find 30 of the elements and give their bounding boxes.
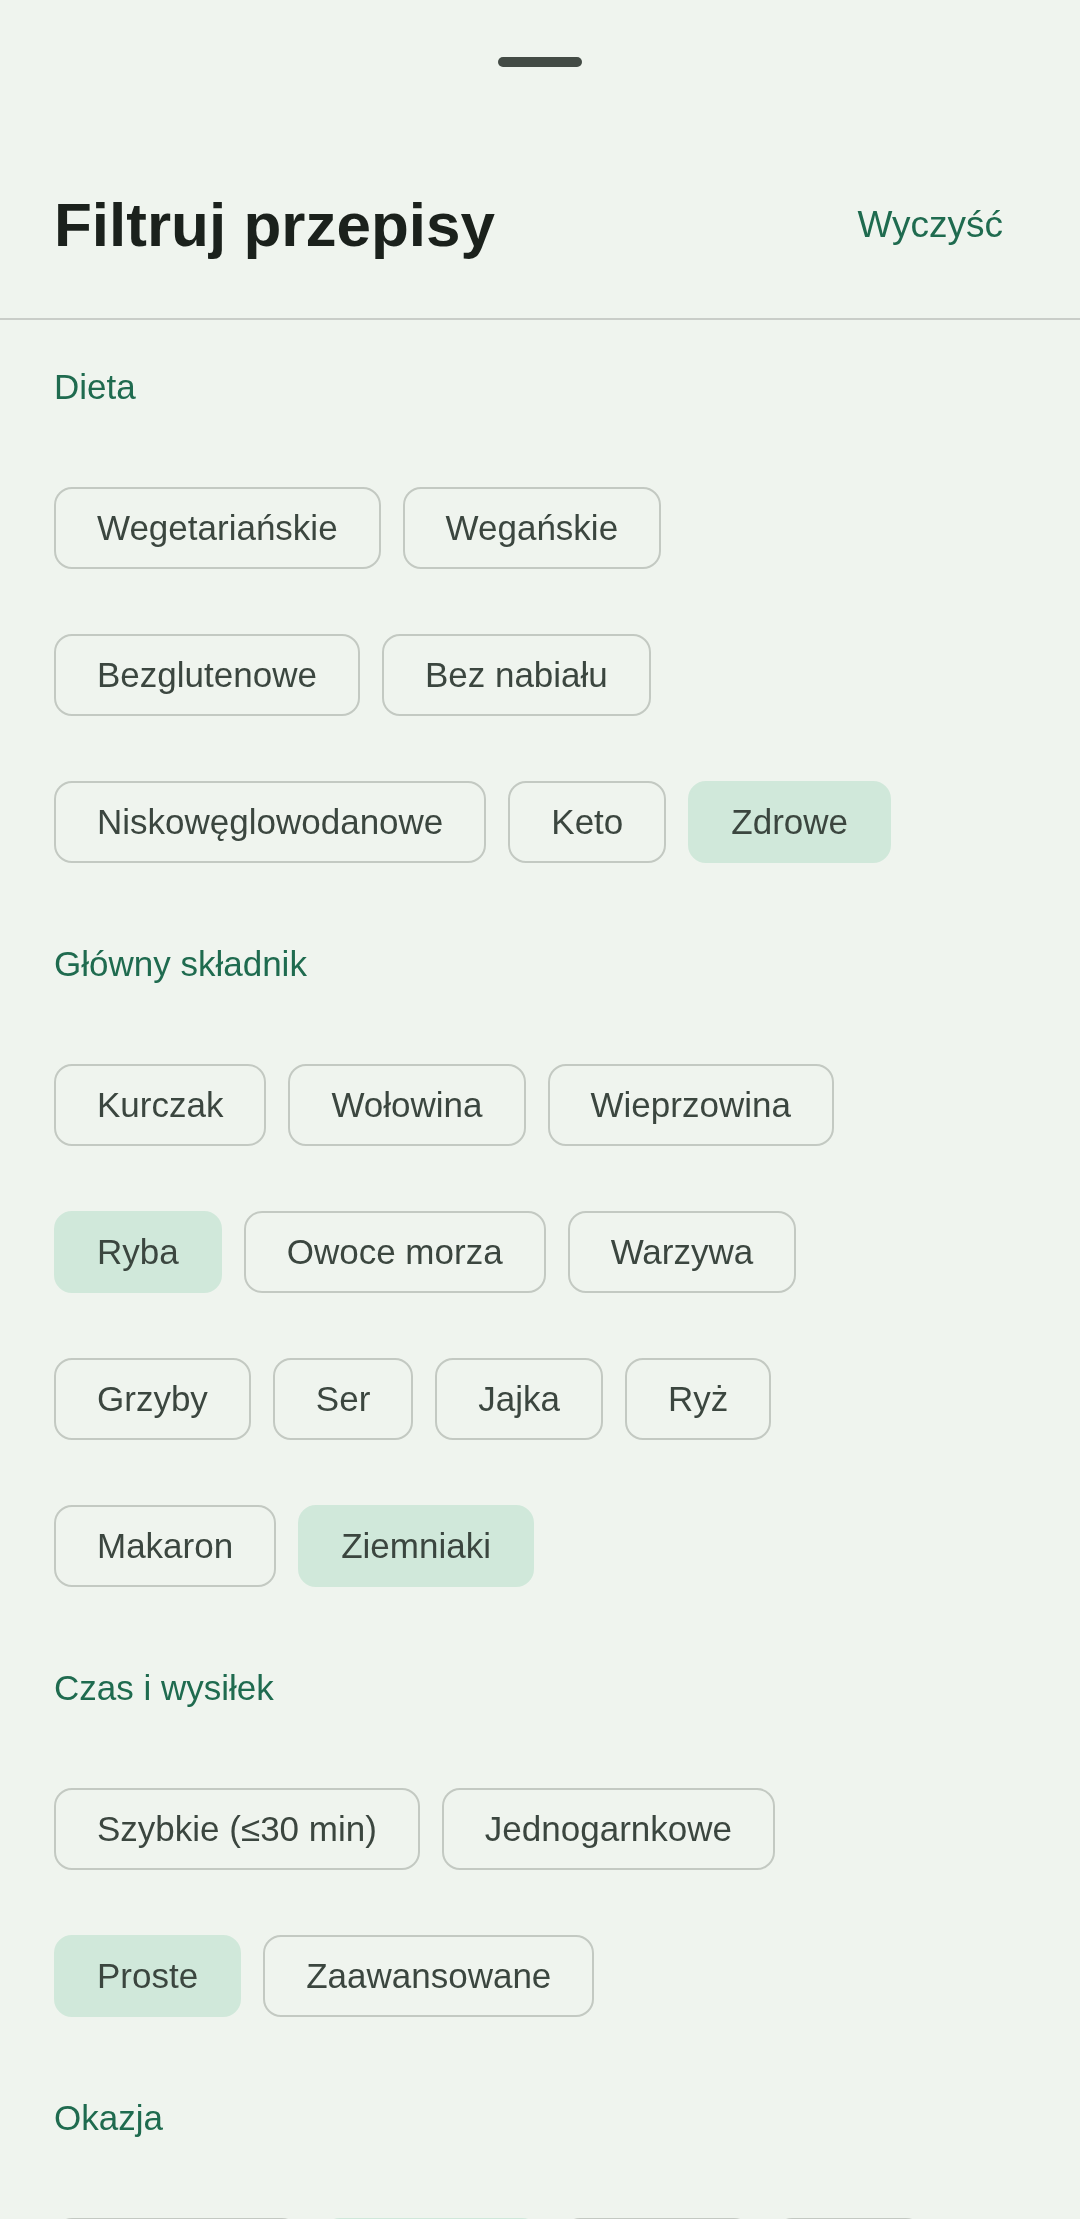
- filter-chip[interactable]: Wegetariańskie: [54, 487, 381, 569]
- filter-chip[interactable]: Bezglutenowe: [54, 634, 360, 716]
- clear-button[interactable]: Wyczyść: [857, 204, 1003, 246]
- filter-chip[interactable]: Niskowęglowodanowe: [54, 781, 487, 863]
- filter-chip[interactable]: Owoce morza: [243, 1211, 546, 1293]
- filter-chip[interactable]: Proste: [54, 1935, 242, 2017]
- filter-chip[interactable]: Wegańskie: [402, 487, 662, 569]
- filter-chip[interactable]: Grzyby: [54, 1358, 251, 1440]
- section-heading: Okazja: [54, 2097, 164, 2139]
- filter-chip[interactable]: Warzywa: [567, 1211, 797, 1293]
- filter-chip[interactable]: Ziemniaki: [298, 1505, 534, 1587]
- filter-chip[interactable]: Wieprzowina: [547, 1064, 834, 1146]
- filter-chip[interactable]: Ser: [272, 1358, 414, 1440]
- filter-chip[interactable]: Ryba: [54, 1211, 222, 1293]
- section-heading: Główny składnik: [54, 943, 308, 985]
- filter-chip[interactable]: Makaron: [54, 1505, 277, 1587]
- drag-handle[interactable]: [498, 57, 582, 67]
- filter-chip[interactable]: Szybkie (≤30 min): [54, 1788, 420, 1870]
- filter-chip[interactable]: Jajka: [435, 1358, 604, 1440]
- filter-chip[interactable]: Zaawansowane: [263, 1935, 595, 2017]
- filter-chip[interactable]: Keto: [508, 781, 667, 863]
- section-heading: Czas i wysiłek: [54, 1667, 275, 1709]
- filter-chip[interactable]: Jednogarnkowe: [441, 1788, 775, 1870]
- sheet-title: Filtruj przepisy: [54, 189, 495, 261]
- section-heading: Dieta: [54, 366, 137, 408]
- filter-chip[interactable]: Kurczak: [54, 1064, 267, 1146]
- filter-chip[interactable]: Zdrowe: [688, 781, 892, 863]
- filter-chip[interactable]: Bez nabiału: [381, 634, 651, 716]
- filter-chip[interactable]: Ryż: [625, 1358, 772, 1440]
- filter-chip[interactable]: Wołowina: [288, 1064, 526, 1146]
